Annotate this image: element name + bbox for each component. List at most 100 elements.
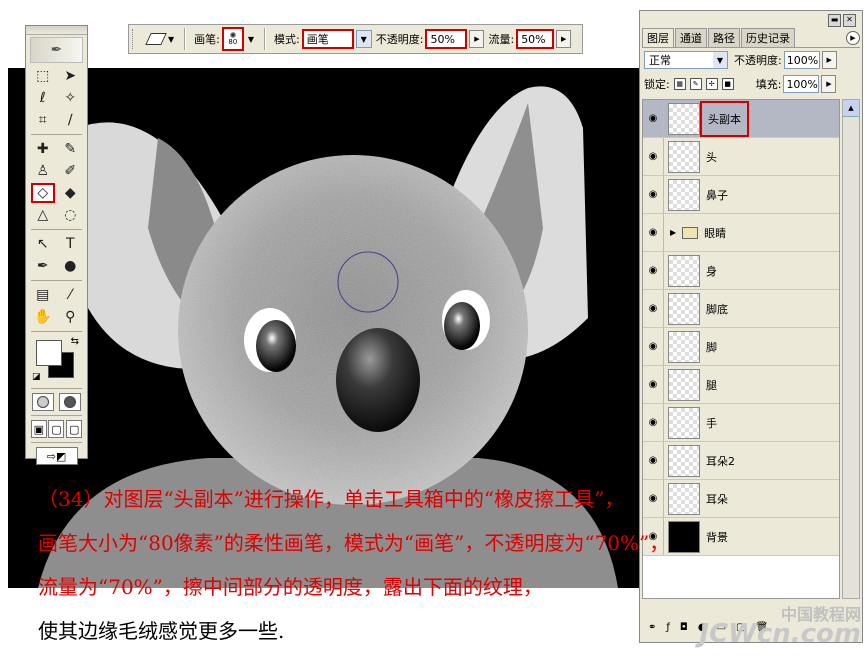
lock-position-icon[interactable]: ✢ — [705, 78, 718, 90]
opacity-slider-icon[interactable]: ▶ — [469, 30, 485, 48]
crop-tool-icon[interactable]: ⌗ — [31, 110, 55, 130]
layer-row-nose[interactable]: ◉ 鼻子 — [643, 176, 839, 214]
brush-dropdown-icon[interactable]: ▼ — [248, 35, 254, 44]
tab-layers[interactable]: 图层 — [642, 28, 674, 47]
layer-row-sole[interactable]: ◉ 脚底 — [643, 290, 839, 328]
jump-to-imageready-icon[interactable]: ⇨◩ — [35, 447, 78, 465]
fill-label: 填充: — [755, 78, 782, 91]
visibility-eye-icon[interactable]: ◉ — [643, 442, 664, 479]
mode-select[interactable]: 画笔 — [301, 29, 354, 49]
opacity-input[interactable]: 50% — [425, 29, 468, 49]
mode-dropdown-icon[interactable]: ▼ — [355, 30, 372, 48]
panel-menu-icon[interactable]: ▶ — [846, 31, 860, 45]
lasso-tool-icon[interactable]: ℓ — [31, 88, 55, 108]
tab-paths[interactable]: 路径 — [708, 28, 740, 47]
foreground-color[interactable] — [36, 340, 62, 366]
move-tool-icon[interactable]: ➤ — [58, 66, 82, 86]
visibility-eye-icon[interactable]: ◉ — [643, 138, 664, 175]
pen-tool-icon[interactable]: ✒ — [31, 256, 55, 276]
visibility-eye-icon[interactable]: ◉ — [643, 214, 664, 251]
feather-logo-icon[interactable]: ✒ — [30, 37, 83, 63]
fill-value: 100% — [786, 77, 818, 91]
screen-mode-menu-icon[interactable]: ▢ — [48, 420, 65, 438]
zoom-tool-icon[interactable]: ⚲ — [58, 307, 82, 327]
layer-row-head[interactable]: ◉ 头 — [643, 138, 839, 176]
visibility-eye-icon[interactable]: ◉ — [643, 176, 664, 213]
blend-mode-select[interactable]: 正常 ▼ — [644, 51, 728, 69]
fill-slider-icon[interactable]: ▶ — [821, 75, 837, 93]
layer-opacity-value: 100% — [786, 53, 819, 67]
panel-minimize-icon[interactable]: ▬ — [828, 13, 841, 27]
layer-name: 眼睛 — [704, 226, 727, 240]
lock-image-icon[interactable]: ✎ — [689, 78, 702, 90]
layer-name: 脚 — [706, 340, 717, 354]
brush-tool-icon[interactable]: ✎ — [58, 139, 82, 159]
toolbox-titlebar[interactable] — [26, 26, 87, 35]
layer-row-leg[interactable]: ◉ 腿 — [643, 366, 839, 404]
layer-name: 鼻子 — [706, 188, 728, 202]
lock-transparency-icon[interactable]: ▦ — [673, 78, 686, 90]
notes-tool-icon[interactable]: ▤ — [31, 285, 55, 305]
tool-preset-dropdown-icon[interactable]: ▼ — [168, 35, 174, 44]
visibility-eye-icon[interactable]: ◉ — [643, 328, 664, 365]
opacity-label: 不透明度: — [375, 33, 424, 46]
layer-group-eyes[interactable]: ◉ ▶ 眼睛 — [643, 214, 839, 252]
swap-colors-icon[interactable]: ⇆ — [71, 336, 79, 347]
magic-wand-icon[interactable]: ✧ — [58, 88, 82, 108]
clone-stamp-icon[interactable]: ♙ — [31, 161, 55, 181]
brush-label: 画笔: — [194, 33, 220, 46]
panel-close-icon[interactable]: ✕ — [843, 13, 856, 27]
layer-row-head-copy[interactable]: ◉ 头副本 — [643, 100, 839, 138]
separator — [31, 229, 82, 230]
paint-bucket-icon[interactable]: ◆ — [58, 183, 82, 203]
tab-history[interactable]: 历史记录 — [741, 28, 795, 47]
layer-opacity-slider-icon[interactable]: ▶ — [821, 51, 837, 69]
visibility-eye-icon[interactable]: ◉ — [643, 366, 664, 403]
brush-picker[interactable]: 80 — [221, 27, 244, 51]
options-bar: ▼ 画笔: 80 ▼ 模式: 画笔 ▼ 不透明度: 50% ▶ 流量: 50% … — [128, 24, 583, 54]
screen-mode-full-icon[interactable]: ▢ — [66, 420, 83, 438]
layer-thumbnail — [668, 444, 700, 477]
tab-channels[interactable]: 通道 — [675, 28, 707, 47]
layer-row-hand[interactable]: ◉ 手 — [643, 404, 839, 442]
visibility-eye-icon[interactable]: ◉ — [643, 252, 664, 289]
lock-all-icon[interactable]: ■ — [721, 78, 734, 90]
expand-triangle-icon[interactable]: ▶ — [670, 228, 676, 237]
folder-icon — [682, 226, 699, 239]
screen-mode-standard-icon[interactable]: ▣ — [30, 420, 47, 438]
eyedropper-icon[interactable]: ⁄ — [58, 285, 82, 305]
blur-tool-icon[interactable]: △ — [31, 205, 55, 225]
slice-tool-icon[interactable]: ∕ — [58, 110, 82, 130]
eraser-tool-icon[interactable]: ◇ — [30, 183, 55, 203]
history-brush-icon[interactable]: ✐ — [58, 161, 82, 181]
eraser-icon[interactable] — [145, 33, 167, 45]
flow-value: 50% — [521, 32, 546, 46]
fill-input[interactable]: 100% — [783, 75, 820, 93]
layer-opacity-input[interactable]: 100% — [783, 51, 820, 69]
layer-row-foot[interactable]: ◉ 脚 — [643, 328, 839, 366]
opacity-value: 50% — [430, 32, 455, 46]
visibility-eye-icon[interactable]: ◉ — [643, 404, 664, 441]
scroll-up-icon[interactable]: ▲ — [843, 100, 859, 117]
visibility-eye-icon[interactable]: ◉ — [643, 290, 664, 327]
path-select-icon[interactable]: ↖ — [31, 234, 55, 254]
dodge-tool-icon[interactable]: ◌ — [58, 205, 82, 225]
flow-input[interactable]: 50% — [516, 29, 555, 49]
layer-name: 手 — [706, 416, 717, 430]
quick-mask-icon[interactable] — [58, 393, 81, 411]
type-tool-icon[interactable]: T — [58, 234, 82, 254]
layer-row-body[interactable]: ◉ 身 — [643, 252, 839, 290]
visibility-eye-icon[interactable]: ◉ — [643, 100, 664, 137]
flow-slider-icon[interactable]: ▶ — [556, 30, 572, 48]
default-colors-icon[interactable]: ◪ — [32, 372, 41, 382]
separator — [184, 28, 187, 50]
healing-brush-icon[interactable]: ✚ — [31, 139, 55, 159]
caption-line-2: 画笔大小为“80像素”的柔性画笔，模式为“画笔”，不透明度为“70%”， — [38, 531, 670, 555]
options-bar-grip[interactable] — [132, 29, 136, 49]
marquee-tool-icon[interactable]: ⬚ — [31, 66, 55, 86]
standard-mode-icon[interactable] — [32, 393, 55, 411]
shape-tool-icon[interactable]: ● — [58, 256, 82, 276]
hand-tool-icon[interactable]: ✋ — [31, 307, 55, 327]
separator — [31, 331, 82, 332]
layer-row-ear2[interactable]: ◉ 耳朵2 — [643, 442, 839, 480]
